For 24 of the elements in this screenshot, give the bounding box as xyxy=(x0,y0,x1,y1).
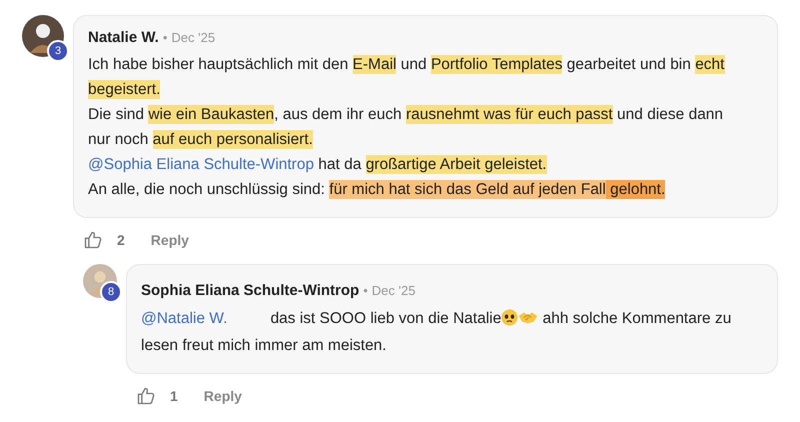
author-name[interactable]: Sophia Eliana Schulte-Wintrop xyxy=(141,282,360,299)
separator-dot: • xyxy=(363,283,368,298)
like-button[interactable] xyxy=(83,230,103,250)
comment-date: Dec '25 xyxy=(372,283,416,298)
like-button[interactable] xyxy=(136,386,156,406)
comment-text: An alle, die noch unschlüssig sind: für mich hat sich das Geld auf jeden Fall gelohnt. xyxy=(88,179,666,201)
mention-link[interactable]: @Sophia Eliana Schulte-Wintrop xyxy=(88,156,314,173)
reply-button[interactable]: Reply xyxy=(204,388,242,404)
level-badge: 8 xyxy=(100,281,122,303)
like-count: 2 xyxy=(117,232,125,248)
comment-text: @Sophia Eliana Schulte-Wintrop hat da großartige Arbeit geleistet. xyxy=(88,154,548,176)
thumbs-up-icon xyxy=(83,230,103,250)
mention-link[interactable]: @Natalie W. xyxy=(141,310,228,327)
pleading-face-icon xyxy=(501,309,518,326)
like-count: 1 xyxy=(170,388,178,404)
level-badge: 3 xyxy=(47,40,69,62)
thumbs-up-icon xyxy=(136,386,156,406)
comment-text: @Natalie W. das ist SOOO lieb von die Natalie ahh solche Kommentare zu lesen freut mich immer am meisten. xyxy=(141,308,732,356)
comment-text: Ich habe bisher hauptsächlich mit den E-Mail und Portfolio Templates gearbeitet und bin echt begeistert. xyxy=(88,54,726,101)
comment-text: Die sind wie ein Baukasten, aus dem ihr euch rausnehmt was für euch passt und diese dann nur noch auf euch personalisiert. xyxy=(88,104,724,151)
comment-date: Dec '25 xyxy=(171,30,216,45)
reply-button[interactable]: Reply xyxy=(150,232,189,248)
author-name[interactable]: Natalie W. xyxy=(88,29,159,46)
separator-dot: • xyxy=(162,30,168,45)
